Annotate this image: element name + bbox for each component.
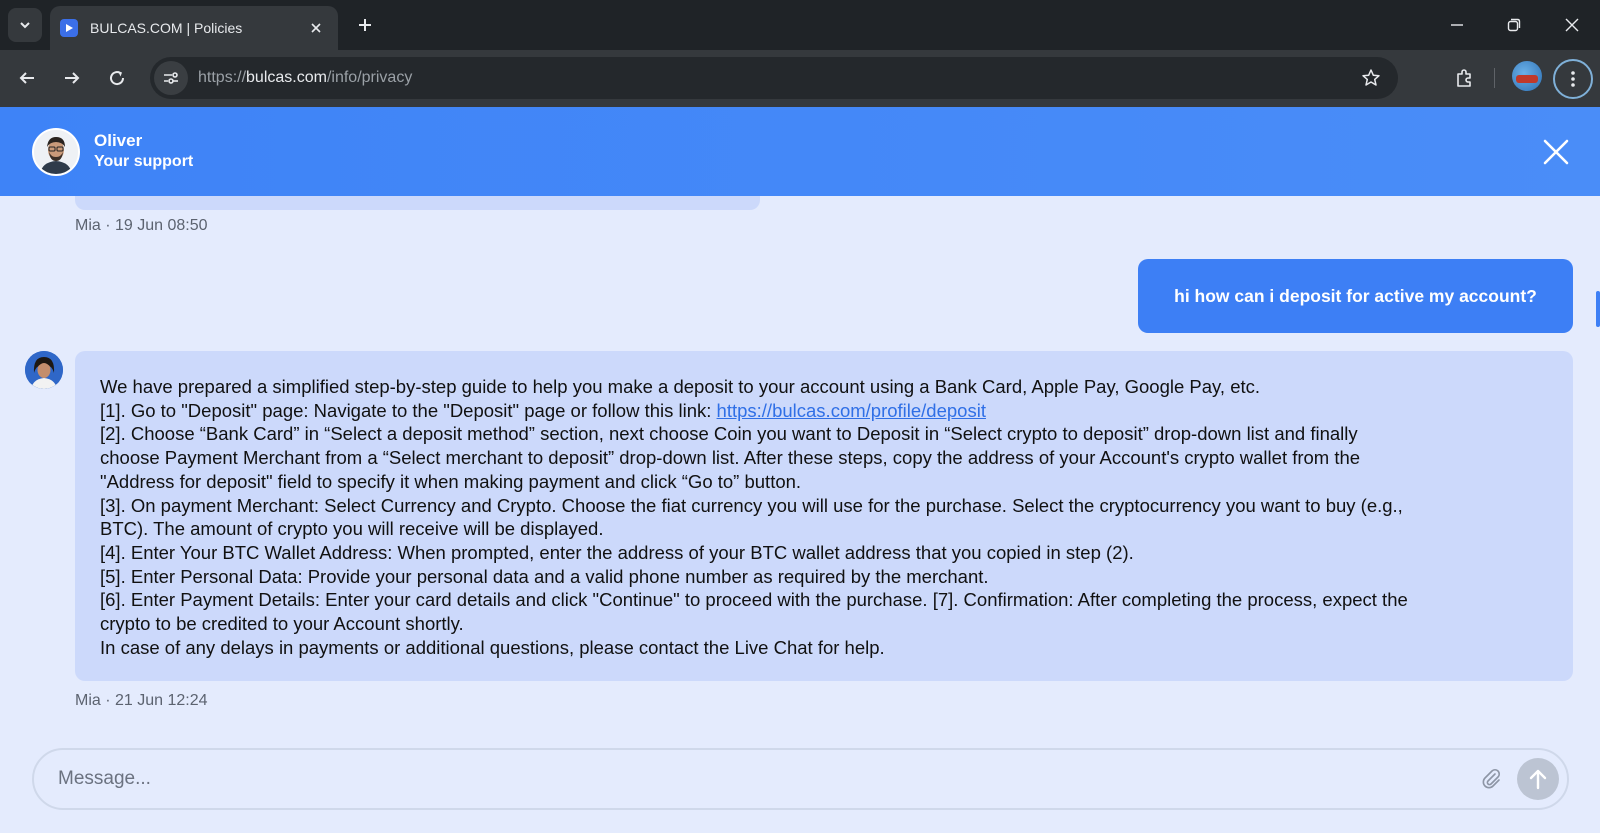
minimize-icon	[1451, 24, 1463, 26]
send-button[interactable]	[1517, 758, 1559, 800]
message-list[interactable]: Mia · 19 Jun 08:50 hi how can i deposit …	[0, 196, 1600, 736]
bookmark-button[interactable]	[1354, 61, 1388, 95]
minimize-button[interactable]	[1429, 0, 1485, 50]
forward-button[interactable]	[55, 61, 89, 95]
site-info-icon	[164, 72, 178, 84]
bot-message-line: [6]. Enter Payment Details: Enter your c…	[100, 589, 1408, 611]
browser-tab[interactable]: BULCAS.COM | Policies	[50, 6, 338, 50]
previous-message-bubble	[75, 196, 760, 210]
browser-menu-button[interactable]	[1553, 59, 1593, 99]
address-bar[interactable]: https://bulcas.com/info/privacy	[150, 57, 1398, 99]
message-composer	[32, 748, 1569, 810]
close-window-button[interactable]	[1544, 0, 1600, 50]
bot-message-bubble: We have prepared a simplified step-by-st…	[75, 351, 1573, 681]
restore-button[interactable]	[1486, 0, 1542, 50]
bot-message-line: [4]. Enter Your BTC Wallet Address: When…	[100, 541, 1134, 563]
bot-message-meta: Mia · 21 Jun 12:24	[75, 692, 208, 709]
close-window-icon	[1565, 18, 1579, 32]
url-path: /info/privacy	[326, 69, 413, 86]
toolbar-divider	[1494, 68, 1495, 88]
send-arrow-icon	[1529, 769, 1547, 790]
bot-message-line: [2]. Choose “Bank Card” in “Select a dep…	[100, 423, 1358, 445]
close-tab-button[interactable]	[304, 16, 328, 40]
bot-message-line: "Address for deposit" field to specify i…	[100, 470, 802, 492]
attach-icon	[1482, 768, 1501, 789]
bot-message-line: BTC). The amount of crypto you will rece…	[100, 518, 604, 540]
plus-icon	[359, 19, 371, 31]
browser-toolbar: https://bulcas.com/info/privacy	[0, 50, 1600, 107]
extensions-icon	[1457, 69, 1471, 87]
agent-role: Your support	[94, 153, 194, 170]
url-text: https://bulcas.com/info/privacy	[198, 69, 1354, 87]
profile-avatar[interactable]	[1512, 61, 1542, 91]
reload-icon	[110, 71, 125, 86]
agent-name: Oliver	[94, 131, 143, 150]
bot-message-line: [3]. On payment Merchant: Select Currenc…	[100, 494, 1403, 516]
site-info-button[interactable]	[154, 61, 188, 95]
restore-icon	[1507, 18, 1521, 32]
mia-avatar	[25, 351, 63, 389]
bot-message-line: crypto to be credited to your Account sh…	[100, 613, 464, 635]
attach-button[interactable]	[1477, 765, 1505, 793]
bot-message-line: In case of any delays in payments or add…	[100, 636, 885, 658]
agent-avatar	[32, 128, 80, 176]
tab-title: BULCAS.COM | Policies	[90, 20, 243, 36]
favicon-icon	[60, 19, 78, 37]
forward-icon	[65, 72, 80, 84]
previous-message-meta: Mia · 19 Jun 08:50	[75, 217, 208, 234]
back-icon	[19, 72, 34, 84]
reload-button[interactable]	[100, 61, 134, 95]
close-chat-button[interactable]	[1539, 135, 1573, 169]
close-chat-icon	[1543, 139, 1569, 165]
star-icon	[1362, 69, 1380, 86]
message-input[interactable]	[34, 768, 1477, 790]
bot-message-text: [1]. Go to "Deposit" page: Navigate to t…	[100, 399, 717, 421]
deposit-link[interactable]: https://bulcas.com/profile/deposit	[717, 400, 986, 421]
scrollbar-thumb[interactable]	[1596, 291, 1600, 327]
url-scheme: https://	[198, 69, 247, 86]
new-tab-button[interactable]	[350, 10, 380, 40]
bot-message-line: [1]. Go to "Deposit" page: Navigate to t…	[100, 399, 1547, 423]
tab-list-icon	[20, 22, 30, 29]
close-tab-icon	[311, 23, 321, 33]
browser-tab-bar: BULCAS.COM | Policies	[0, 0, 1600, 50]
menu-icon	[1571, 71, 1575, 87]
bot-message-line: [5]. Enter Personal Data: Provide your p…	[100, 565, 989, 587]
tab-list-button[interactable]	[8, 8, 42, 42]
back-button[interactable]	[10, 61, 44, 95]
bot-message-line: choose Payment Merchant from a “Select m…	[100, 447, 1361, 469]
bot-message-line: We have prepared a simplified step-by-st…	[100, 376, 1261, 397]
chat-header: Oliver Your support	[0, 107, 1600, 196]
url-host: bulcas.com	[246, 69, 327, 86]
extensions-button[interactable]	[1447, 61, 1481, 95]
user-message-bubble: hi how can i deposit for active my accou…	[1138, 259, 1573, 333]
user-message-text: hi how can i deposit for active my accou…	[1174, 285, 1537, 306]
